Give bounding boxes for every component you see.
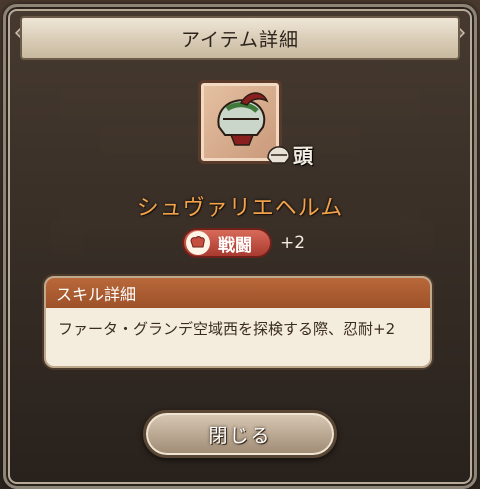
item-slot-tag: 頭 (265, 140, 313, 169)
item-name: シュヴァリエヘルム (136, 196, 344, 221)
skill-detail-panel: スキル詳細 ファータ・グランデ空域西を探検する際、忍耐+2 (44, 276, 432, 368)
skill-category-label: 戦闘 (218, 235, 252, 256)
helmet-slot-icon (267, 145, 290, 164)
skill-category-badge: 戦闘 (182, 228, 272, 258)
dialog-title-bar: アイテム詳細 (20, 16, 460, 60)
skill-detail-description: ファータ・グランデ空域西を探検する際、忍耐+2 (58, 320, 396, 338)
dialog-title: アイテム詳細 (180, 28, 300, 51)
close-button[interactable]: 閉じる (143, 410, 337, 458)
skill-bonus-value: +2 (280, 233, 306, 253)
close-button-label: 閉じる (208, 424, 272, 447)
skill-detail-heading: スキル詳細 (46, 278, 430, 308)
item-slot-label: 頭 (293, 144, 313, 168)
fist-icon (186, 231, 210, 255)
